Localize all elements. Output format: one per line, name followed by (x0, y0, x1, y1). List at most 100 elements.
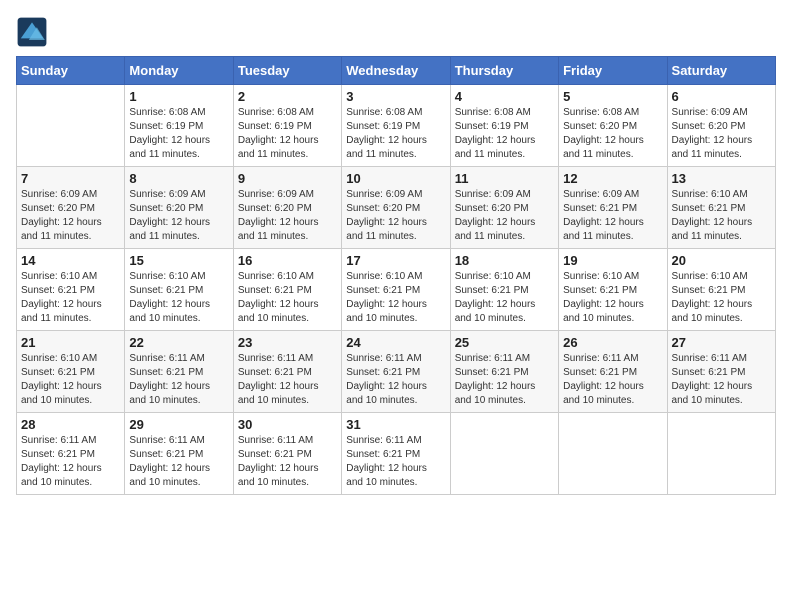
day-info: Sunrise: 6:11 AMSunset: 6:21 PMDaylight:… (346, 434, 445, 490)
calendar-week-row: 14 Sunrise: 6:10 AMSunset: 6:21 PMDayligh… (17, 249, 776, 331)
calendar-cell: 15 Sunrise: 6:10 AMSunset: 6:21 PMDayligh… (125, 249, 233, 331)
day-number: 10 (346, 171, 445, 186)
calendar-cell: 8 Sunrise: 6:09 AMSunset: 6:20 PMDaylight… (125, 167, 233, 249)
weekday-header-sunday: Sunday (17, 57, 125, 85)
weekday-header-friday: Friday (559, 57, 667, 85)
day-info: Sunrise: 6:10 AMSunset: 6:21 PMDaylight:… (672, 270, 771, 326)
day-info: Sunrise: 6:09 AMSunset: 6:20 PMDaylight:… (455, 188, 554, 244)
calendar-cell: 26Sunrise: 6:11 AMSunset: 6:21 PMDayligh… (559, 331, 667, 413)
day-info: Sunrise: 6:09 AMSunset: 6:20 PMDaylight:… (21, 188, 120, 244)
calendar-cell: 30Sunrise: 6:11 AMSunset: 6:21 PMDayligh… (233, 413, 341, 495)
day-number: 23 (238, 335, 337, 350)
day-number: 21 (21, 335, 120, 350)
calendar-cell (17, 85, 125, 167)
weekday-header-saturday: Saturday (667, 57, 775, 85)
calendar-cell: 6 Sunrise: 6:09 AMSunset: 6:20 PMDaylight… (667, 85, 775, 167)
day-number: 14 (21, 253, 120, 268)
day-info: Sunrise: 6:08 AMSunset: 6:19 PMDaylight:… (346, 106, 445, 162)
calendar-cell: 18 Sunrise: 6:10 AMSunset: 6:21 PMDayligh… (450, 249, 558, 331)
calendar-cell: 20 Sunrise: 6:10 AMSunset: 6:21 PMDayligh… (667, 249, 775, 331)
calendar-cell: 31 Sunrise: 6:11 AMSunset: 6:21 PMDayligh… (342, 413, 450, 495)
day-info: Sunrise: 6:08 AMSunset: 6:20 PMDaylight:… (563, 106, 662, 162)
day-info: Sunrise: 6:10 AMSunset: 6:21 PMDaylight:… (563, 270, 662, 326)
logo-icon (16, 16, 48, 48)
day-number: 31 (346, 417, 445, 432)
day-number: 12 (563, 171, 662, 186)
day-info: Sunrise: 6:09 AMSunset: 6:20 PMDaylight:… (238, 188, 337, 244)
day-number: 22 (129, 335, 228, 350)
calendar-cell: 16Sunrise: 6:10 AMSunset: 6:21 PMDayligh… (233, 249, 341, 331)
calendar-week-row: 7 Sunrise: 6:09 AMSunset: 6:20 PMDaylight… (17, 167, 776, 249)
day-number: 28 (21, 417, 120, 432)
day-info: Sunrise: 6:10 AMSunset: 6:21 PMDaylight:… (672, 188, 771, 244)
calendar-cell: 11Sunrise: 6:09 AMSunset: 6:20 PMDayligh… (450, 167, 558, 249)
calendar-cell: 9 Sunrise: 6:09 AMSunset: 6:20 PMDaylight… (233, 167, 341, 249)
day-number: 2 (238, 89, 337, 104)
day-number: 1 (129, 89, 228, 104)
day-info: Sunrise: 6:10 AMSunset: 6:21 PMDaylight:… (21, 270, 120, 326)
calendar-cell: 19 Sunrise: 6:10 AMSunset: 6:21 PMDayligh… (559, 249, 667, 331)
weekday-header-tuesday: Tuesday (233, 57, 341, 85)
calendar-cell: 29 Sunrise: 6:11 AMSunset: 6:21 PMDayligh… (125, 413, 233, 495)
day-info: Sunrise: 6:08 AMSunset: 6:19 PMDaylight:… (238, 106, 337, 162)
day-info: Sunrise: 6:10 AMSunset: 6:21 PMDaylight:… (21, 352, 120, 408)
day-info: Sunrise: 6:10 AMSunset: 6:21 PMDaylight:… (129, 270, 228, 326)
weekday-header-row: SundayMondayTuesdayWednesdayThursdayFrid… (17, 57, 776, 85)
day-number: 27 (672, 335, 771, 350)
calendar-week-row: 21 Sunrise: 6:10 AMSunset: 6:21 PMDayligh… (17, 331, 776, 413)
day-info: Sunrise: 6:11 AMSunset: 6:21 PMDaylight:… (129, 434, 228, 490)
day-number: 29 (129, 417, 228, 432)
day-info: Sunrise: 6:09 AMSunset: 6:20 PMDaylight:… (129, 188, 228, 244)
logo (16, 16, 52, 48)
day-info: Sunrise: 6:09 AMSunset: 6:20 PMDaylight:… (346, 188, 445, 244)
day-info: Sunrise: 6:08 AMSunset: 6:19 PMDaylight:… (129, 106, 228, 162)
calendar-cell: 13 Sunrise: 6:10 AMSunset: 6:21 PMDayligh… (667, 167, 775, 249)
weekday-header-monday: Monday (125, 57, 233, 85)
weekday-header-thursday: Thursday (450, 57, 558, 85)
day-number: 15 (129, 253, 228, 268)
day-number: 3 (346, 89, 445, 104)
day-number: 5 (563, 89, 662, 104)
calendar-cell: 27Sunrise: 6:11 AMSunset: 6:21 PMDayligh… (667, 331, 775, 413)
day-number: 13 (672, 171, 771, 186)
calendar-cell: 22 Sunrise: 6:11 AMSunset: 6:21 PMDayligh… (125, 331, 233, 413)
day-number: 26 (563, 335, 662, 350)
day-number: 17 (346, 253, 445, 268)
day-number: 6 (672, 89, 771, 104)
day-info: Sunrise: 6:10 AMSunset: 6:21 PMDaylight:… (346, 270, 445, 326)
day-number: 9 (238, 171, 337, 186)
day-number: 24 (346, 335, 445, 350)
day-number: 25 (455, 335, 554, 350)
day-info: Sunrise: 6:11 AMSunset: 6:21 PMDaylight:… (238, 352, 337, 408)
calendar-cell: 21 Sunrise: 6:10 AMSunset: 6:21 PMDayligh… (17, 331, 125, 413)
day-info: Sunrise: 6:09 AMSunset: 6:20 PMDaylight:… (672, 106, 771, 162)
calendar-cell (559, 413, 667, 495)
weekday-header-wednesday: Wednesday (342, 57, 450, 85)
day-info: Sunrise: 6:11 AMSunset: 6:21 PMDaylight:… (129, 352, 228, 408)
day-number: 18 (455, 253, 554, 268)
calendar-cell (450, 413, 558, 495)
day-info: Sunrise: 6:09 AMSunset: 6:21 PMDaylight:… (563, 188, 662, 244)
day-number: 8 (129, 171, 228, 186)
calendar-cell: 1 Sunrise: 6:08 AMSunset: 6:19 PMDaylight… (125, 85, 233, 167)
page-header (16, 16, 776, 48)
calendar-cell: 28 Sunrise: 6:11 AMSunset: 6:21 PMDayligh… (17, 413, 125, 495)
calendar-cell: 17 Sunrise: 6:10 AMSunset: 6:21 PMDayligh… (342, 249, 450, 331)
day-number: 19 (563, 253, 662, 268)
day-number: 7 (21, 171, 120, 186)
calendar-cell: 7 Sunrise: 6:09 AMSunset: 6:20 PMDaylight… (17, 167, 125, 249)
day-number: 30 (238, 417, 337, 432)
calendar-week-row: 28 Sunrise: 6:11 AMSunset: 6:21 PMDayligh… (17, 413, 776, 495)
calendar-cell: 4 Sunrise: 6:08 AMSunset: 6:19 PMDaylight… (450, 85, 558, 167)
day-number: 20 (672, 253, 771, 268)
day-number: 4 (455, 89, 554, 104)
day-info: Sunrise: 6:10 AMSunset: 6:21 PMDaylight:… (455, 270, 554, 326)
day-info: Sunrise: 6:08 AMSunset: 6:19 PMDaylight:… (455, 106, 554, 162)
calendar-cell: 2 Sunrise: 6:08 AMSunset: 6:19 PMDaylight… (233, 85, 341, 167)
day-number: 16 (238, 253, 337, 268)
day-info: Sunrise: 6:11 AMSunset: 6:21 PMDaylight:… (21, 434, 120, 490)
calendar-cell: 5 Sunrise: 6:08 AMSunset: 6:20 PMDaylight… (559, 85, 667, 167)
calendar-cell (667, 413, 775, 495)
calendar-cell: 3 Sunrise: 6:08 AMSunset: 6:19 PMDaylight… (342, 85, 450, 167)
calendar-cell: 10 Sunrise: 6:09 AMSunset: 6:20 PMDayligh… (342, 167, 450, 249)
